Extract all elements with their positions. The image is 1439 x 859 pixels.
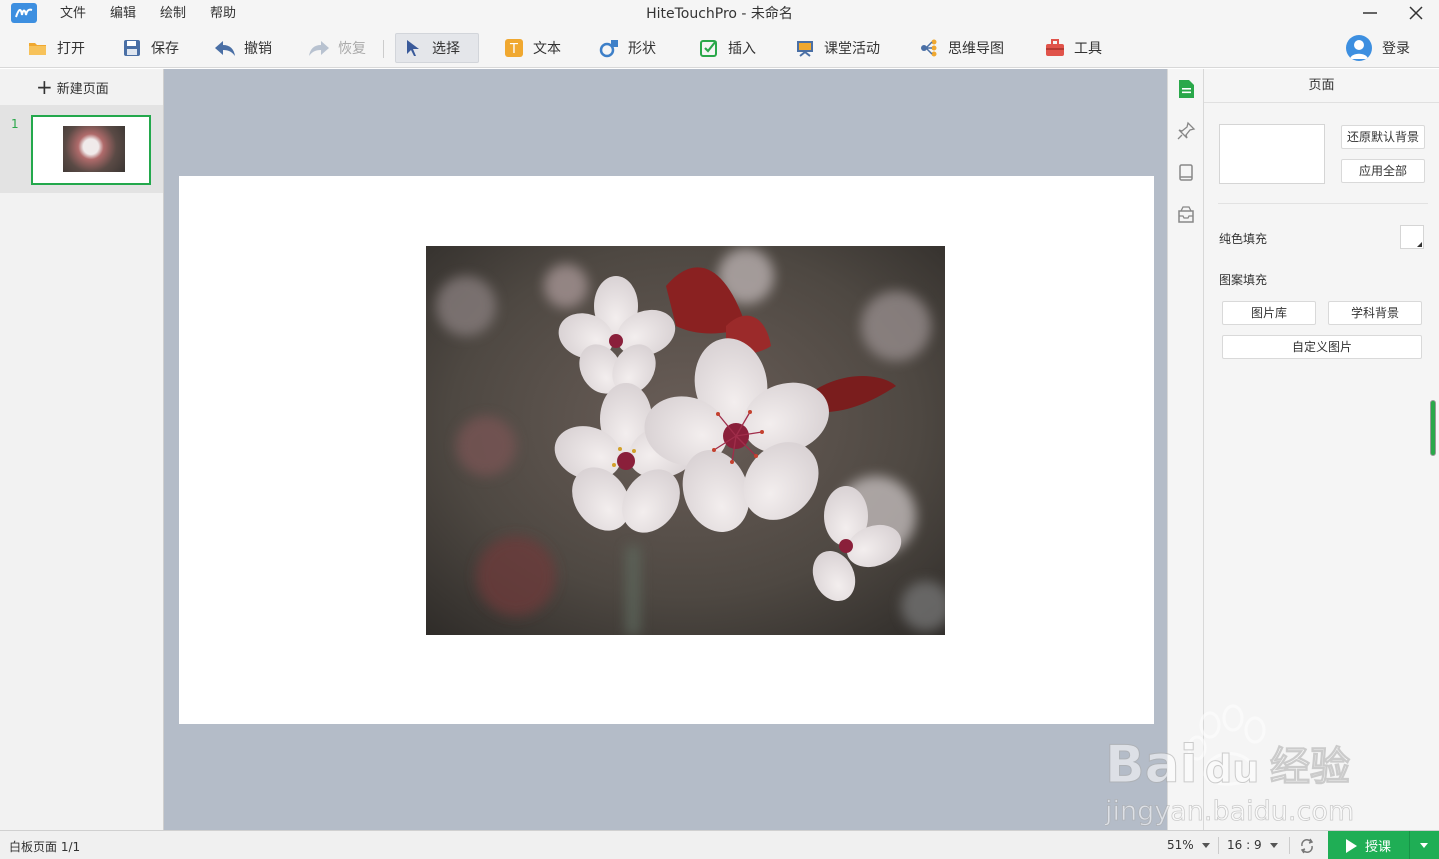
page-number: 1 xyxy=(11,117,19,131)
mind-map-button[interactable]: 思维导图 xyxy=(912,33,1010,63)
folder-icon xyxy=(27,37,49,59)
text-button[interactable]: T 文本 xyxy=(497,33,567,63)
save-label: 保存 xyxy=(151,41,179,57)
teach-button[interactable]: 授课 xyxy=(1328,831,1409,859)
blossom-image xyxy=(426,246,945,635)
class-activity-label: 课堂活动 xyxy=(824,41,880,57)
page-settings-tab-icon[interactable] xyxy=(1176,79,1196,99)
menu-bar: 文件 编辑 绘制 帮助 xyxy=(48,0,248,28)
toolbox-icon xyxy=(1044,37,1066,59)
login-button[interactable]: 登录 xyxy=(1346,34,1410,62)
resource-box-tab-icon[interactable] xyxy=(1176,205,1196,225)
chevron-down-icon xyxy=(1420,843,1428,848)
insert-button[interactable]: 插入 xyxy=(692,33,762,63)
svg-text:T: T xyxy=(509,42,518,57)
redo-label: 恢复 xyxy=(338,41,366,57)
custom-image-button[interactable]: 自定义图片 xyxy=(1222,335,1422,359)
zoom-dropdown[interactable]: 51% xyxy=(1167,838,1210,852)
mind-map-icon xyxy=(918,37,940,59)
open-label: 打开 xyxy=(57,41,85,57)
side-scroll-handle[interactable] xyxy=(1430,400,1436,456)
panel-tab-strip xyxy=(1167,69,1204,830)
teach-label: 授课 xyxy=(1364,840,1391,855)
select-label: 选择 xyxy=(432,41,460,57)
restore-default-bg-button[interactable]: 还原默认背景 xyxy=(1341,125,1425,149)
save-icon xyxy=(121,37,143,59)
close-icon xyxy=(1409,6,1423,20)
tools-button[interactable]: 工具 xyxy=(1038,33,1108,63)
solid-fill-label: 纯色填充 xyxy=(1219,232,1268,246)
minimize-icon xyxy=(1363,12,1377,14)
app-logo-icon[interactable] xyxy=(11,3,37,23)
page-info: 白板页面 1/1 xyxy=(9,840,81,854)
mind-map-label: 思维导图 xyxy=(948,41,1004,57)
background-preview xyxy=(1219,124,1325,184)
status-divider xyxy=(1289,837,1290,854)
properties-divider xyxy=(1218,203,1428,204)
minimize-button[interactable] xyxy=(1347,0,1393,28)
canvas-area[interactable] xyxy=(164,69,1167,830)
menu-draw[interactable]: 绘制 xyxy=(148,0,198,28)
aspect-ratio-dropdown[interactable]: 16 : 9 xyxy=(1227,838,1278,852)
new-page-button[interactable]: + 新建页面 xyxy=(36,75,109,99)
image-library-button[interactable]: 图片库 xyxy=(1222,301,1316,325)
title-bar: 文件 编辑 绘制 帮助 HiteTouchPro - 未命名 xyxy=(0,0,1439,28)
slide-library-tab-icon[interactable] xyxy=(1176,163,1196,183)
properties-panel: 页面 还原默认背景 应用全部 纯色填充 图案填充 图片库 学科背景 自定义图片 xyxy=(1204,69,1439,830)
apply-all-button[interactable]: 应用全部 xyxy=(1341,159,1425,183)
page-thumbnail[interactable] xyxy=(31,115,151,185)
text-label: 文本 xyxy=(533,41,561,57)
aspect-ratio-value: 16 : 9 xyxy=(1227,838,1262,852)
thumbnail-image xyxy=(63,126,125,172)
zoom-value: 51% xyxy=(1167,838,1194,852)
plus-icon: + xyxy=(36,75,53,99)
menu-file[interactable]: 文件 xyxy=(48,0,98,28)
save-button[interactable]: 保存 xyxy=(115,33,185,63)
dropdown-corner-icon xyxy=(1417,242,1422,247)
play-icon xyxy=(1345,838,1357,853)
page-thumbnail-item[interactable]: 1 xyxy=(0,105,163,193)
menu-edit[interactable]: 编辑 xyxy=(98,0,148,28)
chevron-down-icon xyxy=(1201,842,1210,848)
main-toolbar: 打开 保存 撤销 恢复 选择 T 文本 形状 插入 课堂活动 思维导图 工具 登… xyxy=(0,28,1439,68)
open-button[interactable]: 打开 xyxy=(21,33,91,63)
toolbar-divider xyxy=(383,40,384,58)
status-divider xyxy=(1218,837,1219,854)
subject-background-button[interactable]: 学科背景 xyxy=(1328,301,1422,325)
insert-label: 插入 xyxy=(728,41,756,57)
activity-board-icon xyxy=(794,37,816,59)
user-avatar-icon xyxy=(1346,35,1372,61)
select-button[interactable]: 选择 xyxy=(395,33,479,63)
undo-icon xyxy=(214,37,236,59)
undo-button[interactable]: 撤销 xyxy=(208,33,278,63)
teach-options-dropdown[interactable] xyxy=(1409,831,1439,859)
redo-icon xyxy=(308,37,330,59)
status-bar: 白板页面 1/1 51% 16 : 9 授课 xyxy=(0,830,1439,859)
properties-title: 页面 xyxy=(1204,69,1439,103)
shape-button[interactable]: 形状 xyxy=(592,33,662,63)
animation-tab-icon[interactable] xyxy=(1176,121,1196,141)
tools-label: 工具 xyxy=(1074,41,1102,57)
close-button[interactable] xyxy=(1393,0,1439,28)
solid-fill-color-picker[interactable] xyxy=(1400,225,1424,249)
menu-help[interactable]: 帮助 xyxy=(198,0,248,28)
undo-label: 撤销 xyxy=(244,41,272,57)
pages-panel: + 新建页面 1 xyxy=(0,69,164,830)
shapes-icon xyxy=(598,37,620,59)
chevron-down-icon xyxy=(1269,842,1278,848)
blossom-photo[interactable] xyxy=(426,246,945,635)
redo-button[interactable]: 恢复 xyxy=(302,33,372,63)
pattern-fill-label: 图案填充 xyxy=(1219,273,1268,287)
whiteboard-page[interactable] xyxy=(179,176,1154,724)
new-page-label: 新建页面 xyxy=(56,81,109,97)
login-label: 登录 xyxy=(1382,41,1410,57)
text-icon: T xyxy=(503,37,525,59)
shape-label: 形状 xyxy=(628,41,656,57)
cursor-icon xyxy=(402,37,424,59)
sync-icon[interactable] xyxy=(1298,837,1316,855)
insert-icon xyxy=(698,37,720,59)
class-activity-button[interactable]: 课堂活动 xyxy=(788,33,886,63)
